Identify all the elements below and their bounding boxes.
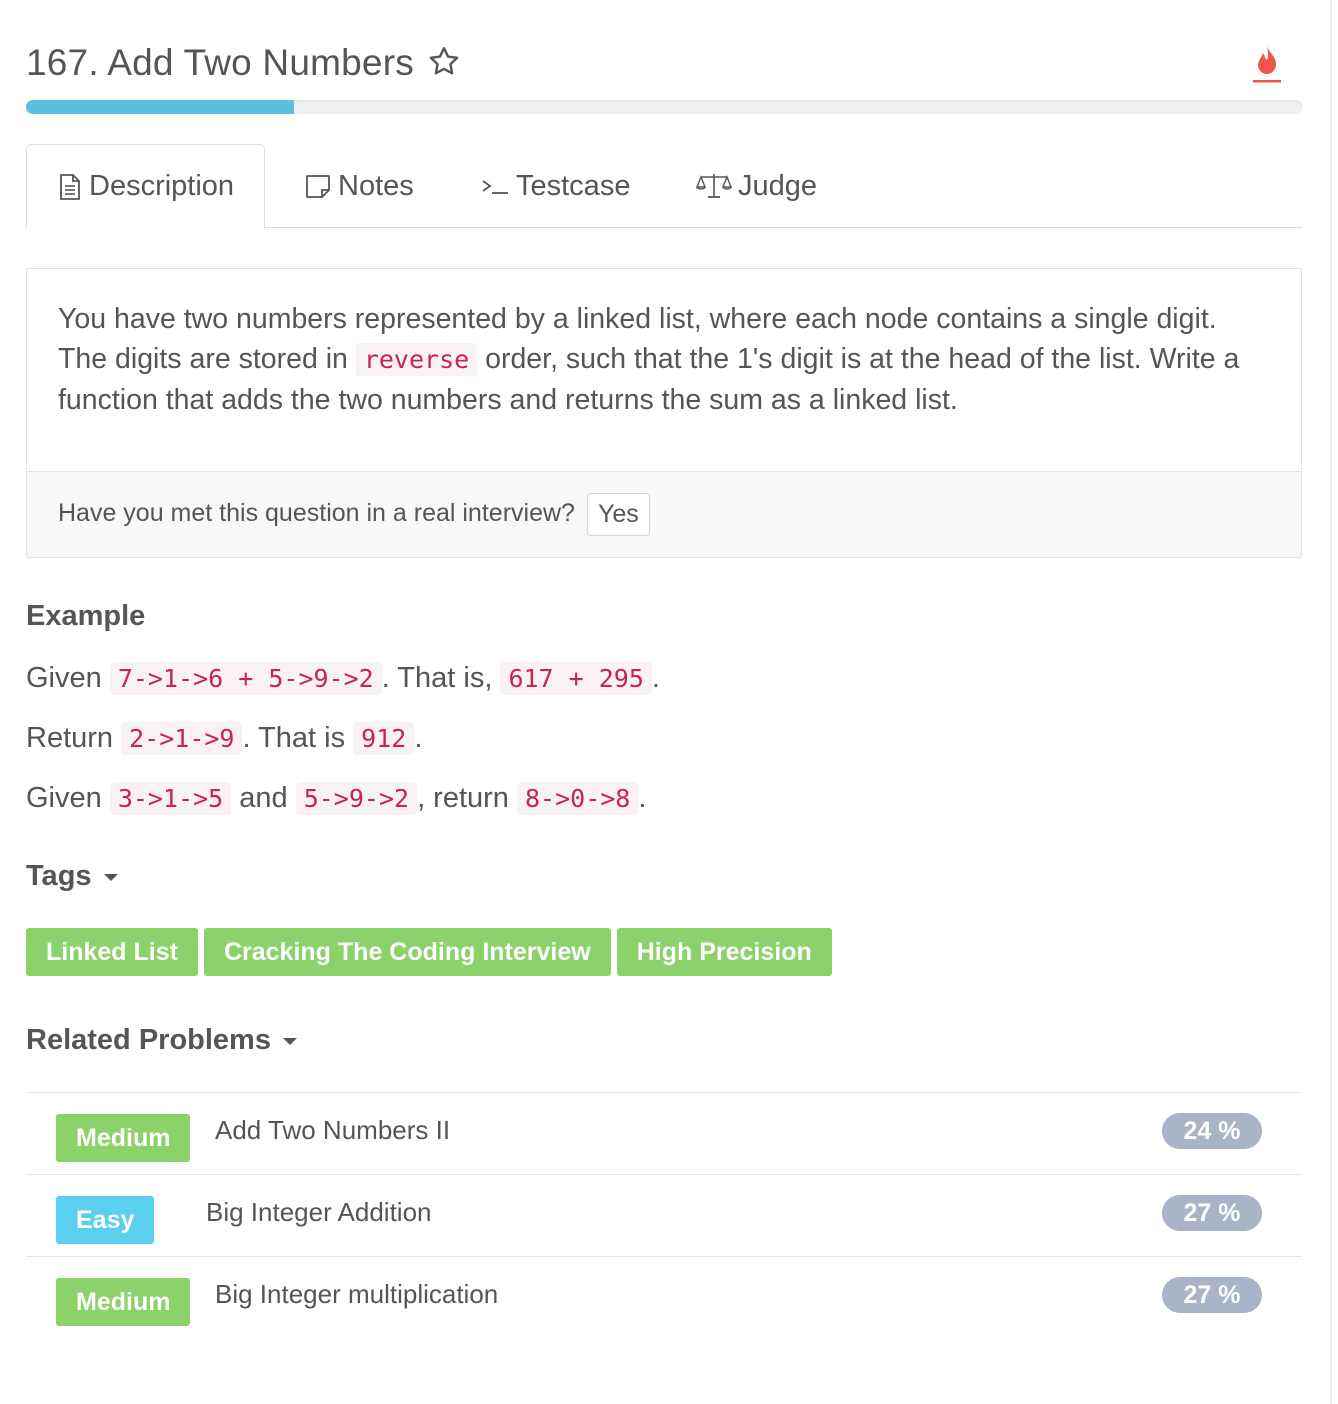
example-text: , return: [417, 782, 509, 814]
interview-prompt: Have you met this question in a real int…: [27, 471, 1301, 557]
inline-code: reverse: [355, 343, 478, 376]
interview-question-label: Have you met this question in a real int…: [58, 499, 575, 527]
difficulty-badge: Medium: [56, 1114, 191, 1162]
related-problems-heading: Related Problems: [26, 1024, 271, 1056]
flame-icon[interactable]: [1252, 44, 1282, 84]
example-text: . That is: [242, 722, 346, 754]
acceptance-rate-badge: 27 %: [1162, 1277, 1262, 1313]
tab-description[interactable]: Description: [26, 144, 266, 229]
terminal-icon: [482, 180, 508, 194]
star-icon[interactable]: [426, 44, 462, 80]
inline-code: 3->1->5: [109, 782, 232, 815]
related-problem-title[interactable]: Big Integer Addition: [206, 1197, 432, 1228]
example-text: .: [638, 782, 647, 814]
note-icon: [306, 175, 330, 198]
tags-heading: Tags: [26, 860, 92, 892]
related-problem-title[interactable]: Big Integer multiplication: [215, 1279, 498, 1310]
tab-judge[interactable]: Judge: [696, 144, 817, 228]
yes-button[interactable]: Yes: [587, 493, 650, 536]
example-text: .: [414, 722, 423, 754]
tab-description-label: Description: [89, 170, 235, 202]
difficulty-badge: Easy: [56, 1196, 155, 1244]
inline-code: 617 + 295: [500, 662, 652, 695]
page-right-border: [1330, 0, 1332, 1404]
difficulty-badge: Medium: [56, 1278, 191, 1326]
tab-testcase[interactable]: Testcase: [480, 144, 630, 228]
related-problems-list: Medium Add Two Numbers II 24 % Easy Big …: [26, 1092, 1302, 1339]
tab-notes-label: Notes: [338, 169, 414, 202]
scale-icon: [696, 174, 732, 198]
example-text: .: [651, 662, 660, 694]
document-icon: [60, 173, 80, 200]
related-problem-row[interactable]: Medium Big Integer multiplication 27 %: [26, 1257, 1302, 1339]
inline-code: 5->9->2: [295, 782, 418, 815]
tab-judge-label: Judge: [738, 169, 818, 202]
related-problem-title[interactable]: Add Two Numbers II: [215, 1115, 450, 1146]
related-problem-row[interactable]: Easy Big Integer Addition 27 %: [26, 1175, 1302, 1257]
progress-bar: [26, 100, 1302, 114]
description-text: You have two numbers represented by a li…: [58, 299, 1268, 420]
tag-list: Linked List Cracking The Coding Intervie…: [26, 928, 838, 976]
example-text: Given: [26, 662, 102, 694]
tags-toggle[interactable]: Tags: [26, 860, 118, 893]
example-text: Return: [26, 722, 114, 754]
tag-linked-list[interactable]: Linked List: [26, 928, 198, 976]
caret-down-icon: [103, 874, 118, 881]
inline-code: 7->1->6 + 5->9->2: [109, 662, 382, 695]
inline-code: 912: [353, 722, 415, 755]
related-problems-toggle[interactable]: Related Problems: [26, 1024, 297, 1057]
problem-tabs: Description Notes Testcase Judge: [26, 144, 1302, 229]
example-text: and: [239, 782, 288, 814]
inline-code: 2->1->9: [121, 722, 243, 755]
tab-notes[interactable]: Notes: [304, 144, 414, 228]
tag-cracking-the-coding-interview[interactable]: Cracking The Coding Interview: [203, 928, 611, 976]
caret-down-icon: [282, 1038, 297, 1045]
tab-testcase-label: Testcase: [516, 169, 631, 202]
example-text: Given: [26, 782, 102, 814]
problem-header: 167. Add Two Numbers: [26, 40, 1302, 90]
example-line-2: Return 2->1->9. That is 912.: [26, 718, 422, 759]
description-panel: You have two numbers represented by a li…: [26, 268, 1302, 558]
example-text: . That is,: [381, 662, 493, 694]
inline-code: 8->0->8: [517, 782, 639, 815]
example-line-1: Given 7->1->6 + 5->9->2. That is, 617 + …: [26, 658, 660, 699]
acceptance-rate-badge: 24 %: [1162, 1113, 1262, 1149]
related-problem-row[interactable]: Medium Add Two Numbers II 24 %: [26, 1093, 1302, 1175]
acceptance-rate-badge: 27 %: [1162, 1195, 1262, 1231]
progress-fill: [26, 100, 294, 114]
tag-high-precision[interactable]: High Precision: [616, 928, 832, 976]
problem-title: 167. Add Two Numbers: [26, 42, 414, 83]
example-line-3: Given 3->1->5 and 5->9->2, return 8->0->…: [26, 778, 646, 819]
example-heading: Example: [26, 600, 146, 632]
